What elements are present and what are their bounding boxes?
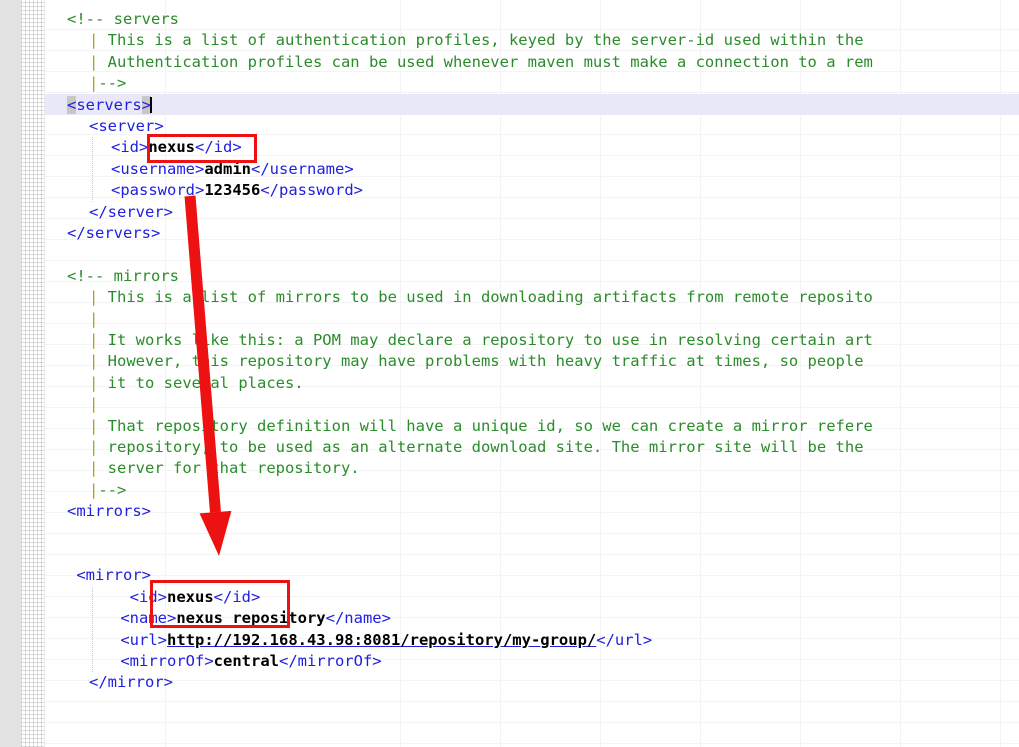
code-token: <name> [111,609,177,628]
code-token: nexus repository [176,609,326,628]
code-token: nexus [167,587,214,606]
code-token: | [89,309,99,328]
code-token: <mirror> [67,566,151,585]
code-line[interactable]: <name>nexus repository</name> [111,608,391,629]
code-token: | [89,52,99,71]
code-line[interactable]: <!-- mirrors [67,266,179,287]
code-line[interactable]: </servers> [67,223,160,244]
code-token: </mirrorOf> [278,652,382,670]
code-token: However, this repository may have proble… [98,352,864,371]
code-token: <!-- servers [67,10,179,28]
xml-editor-window: <!-- servers | This is a list of authenti… [0,0,1019,747]
code-line[interactable]: <mirrorOf>central</mirrorOf> [111,651,382,672]
code-line[interactable]: <id>nexus</id> [111,137,242,158]
code-line[interactable]: </mirror> [89,672,173,693]
code-token: </name> [325,609,391,628]
code-token: nexus [148,138,195,157]
code-token: <mirrors> [67,502,151,521]
code-token: | [89,74,99,93]
code-line[interactable]: | It works like this: a POM may declare … [89,330,873,351]
code-token: This is a list of mirrors to be used in … [98,288,873,307]
code-line[interactable]: | This is a list of mirrors to be used i… [89,287,873,308]
code-token: </url> [596,630,653,649]
code-line[interactable]: <url>http://192.168.43.98:8081/repositor… [111,630,652,651]
code-line[interactable]: <password>123456</password> [111,180,363,201]
code-token: </mirror> [89,673,173,692]
code-token: <id> [111,587,167,606]
editor-gutter-margin [0,0,21,747]
code-line[interactable]: <username>admin</username> [111,159,354,180]
code-token: --> [98,74,127,93]
code-token: admin [204,159,251,178]
code-token: <mirrorOf> [111,652,214,670]
code-token: 123456 [204,181,261,200]
code-token: --> [98,480,127,499]
code-token: <username> [111,159,205,178]
code-surface[interactable]: <!-- servers | This is a list of authenti… [45,0,1019,747]
code-token: <!-- mirrors [67,266,179,285]
code-token: | [89,331,99,349]
code-line[interactable]: <servers> [67,95,153,116]
code-line[interactable]: </server> [89,202,173,223]
code-token: | [89,31,99,50]
code-line[interactable]: | This is a list of authentication profi… [89,30,864,51]
code-token: <id> [111,138,149,157]
code-line[interactable]: | server for that repository. [89,458,360,479]
code-line[interactable]: | However, this repository may have prob… [89,351,864,372]
code-token: | [89,438,99,456]
code-line[interactable]: <!-- servers [67,9,179,30]
editor-gutter-folding-strip[interactable] [21,0,44,747]
code-line[interactable]: |--> [89,480,126,501]
code-line[interactable]: | [89,309,98,330]
code-token: < [67,95,77,114]
code-token: | [89,352,99,371]
code-token: That repository definition will have a u… [98,416,873,435]
code-text-layer[interactable]: <!-- servers | This is a list of authenti… [45,0,1019,747]
code-token: <server> [89,117,164,135]
code-token: | [89,480,99,499]
code-token: it to several places. [98,373,304,392]
code-token: It works like this: a POM may declare a … [98,331,873,349]
code-token: </username> [251,159,354,178]
code-line[interactable]: <mirrors> [67,501,151,522]
code-token: </password> [260,181,363,200]
code-token: </server> [89,202,173,221]
code-token: repository, to be used as an alternate d… [98,438,864,456]
code-token: http://192.168.43.98:8081/repository/my-… [167,630,597,649]
code-token: </servers> [67,224,161,242]
code-token: </id> [195,138,242,157]
code-token: Authentication profiles can be used when… [98,52,873,71]
code-line[interactable]: | [89,394,98,415]
text-caret [150,96,153,113]
code-line[interactable]: | it to several places. [89,373,304,394]
code-token: | [89,416,99,435]
code-line[interactable]: | repository, to be used as an alternate… [89,437,864,458]
code-token: This is a list of authentication profile… [98,31,864,50]
code-line[interactable]: <mirror> [67,565,151,586]
code-line[interactable]: | Authentication profiles can be used wh… [89,52,873,73]
code-token: servers [76,95,142,114]
code-token: | [89,395,99,414]
code-token: | [89,373,99,392]
code-token: </id> [213,587,261,606]
code-token: server for that repository. [98,459,360,478]
code-line[interactable]: |--> [89,73,126,94]
code-token: | [89,459,99,478]
code-token: <url> [111,630,167,649]
code-line[interactable]: <server> [89,116,164,137]
code-token: <password> [111,181,205,200]
code-token: | [89,288,99,307]
code-token: central [213,652,279,670]
code-line[interactable]: <id>nexus</id> [111,587,261,608]
code-line[interactable]: | That repository definition will have a… [89,416,873,437]
